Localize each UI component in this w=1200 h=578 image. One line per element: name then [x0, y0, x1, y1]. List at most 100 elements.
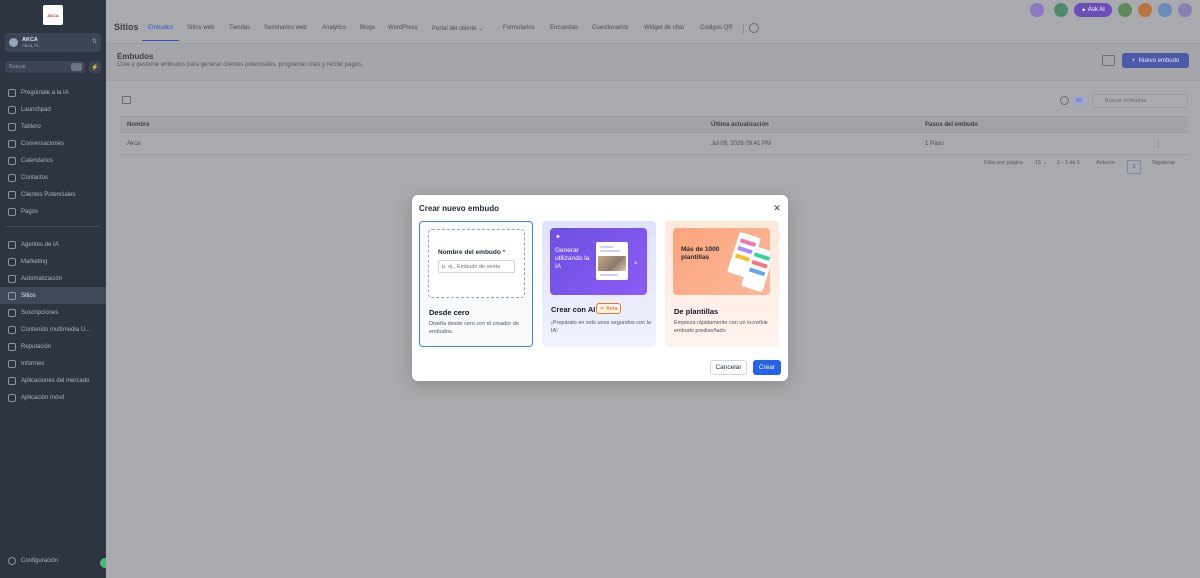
sidebar-item-label: Configuración — [21, 558, 59, 564]
option-description: Empieza rápidamente con un increíble emb… — [674, 320, 768, 334]
bolt-icon[interactable]: ⚡ — [89, 61, 101, 73]
folder-icon[interactable] — [1102, 55, 1115, 66]
ask-ai-button[interactable]: ✦ Ask AI — [1074, 3, 1112, 17]
prev-page-button[interactable]: Anterior — [1096, 160, 1115, 166]
more-options-icon[interactable]: ⋮ — [1155, 141, 1161, 148]
option-description: ¡Prepáralo en solo unos segundos con la … — [551, 320, 651, 334]
option-from-templates[interactable]: Más de 1000 plantillas De plantillas Emp… — [665, 221, 779, 347]
tab-analytics[interactable]: Analytics — [322, 25, 346, 31]
bell-icon[interactable] — [1138, 3, 1152, 17]
sidebar-item-dashboard[interactable]: Tablero — [0, 118, 106, 135]
funnel-search-input[interactable]: Buscar embudos — [1092, 94, 1188, 108]
sidebar-item-label: Automatización — [21, 275, 63, 282]
sidebar-item-label: Launchpad — [21, 106, 51, 113]
sidebar-item-ai-agents[interactable]: Agentes de IA — [0, 236, 106, 253]
chat-icon — [8, 139, 16, 148]
sidebar-item-automation[interactable]: Automatización — [0, 270, 106, 287]
tab-embudos[interactable]: Embudos — [148, 25, 173, 31]
sidebar-item-reputation[interactable]: Reputación — [0, 338, 106, 355]
chevron-updown-icon: ⇅ — [91, 39, 97, 45]
page-number-button[interactable]: 1 — [1127, 160, 1141, 174]
tab-formularios[interactable]: Formularios — [503, 25, 535, 31]
create-button[interactable]: Crear — [753, 360, 781, 375]
tab-widget-de-chat[interactable]: Widget de chat — [644, 25, 684, 31]
option-from-scratch[interactable]: Nombre del embudo * Desde cero Diseña de… — [419, 221, 533, 347]
sidebar-item-label: Pagos — [21, 208, 39, 215]
tab-wordpress[interactable]: WordPress — [388, 25, 418, 31]
sidebar-search-input[interactable]: Buscar — [5, 61, 85, 73]
table-row[interactable]: Akca Jul 09, 2026 09:41 PM 1 Paso ⋮ — [120, 134, 1188, 155]
avatar[interactable] — [1178, 3, 1192, 17]
mobile-icon — [8, 393, 16, 402]
funnel-name-input[interactable] — [438, 260, 515, 273]
sparkle-icon: ✦ — [555, 234, 561, 241]
sidebar-item-conversations[interactable]: Conversaciones — [0, 135, 106, 152]
tab-tiendas[interactable]: Tiendas — [229, 25, 250, 31]
sidebar-divider — [6, 226, 100, 227]
tab-seminarios-web[interactable]: Seminarios web — [264, 25, 307, 31]
sidebar-item-label: Suscripciones — [21, 309, 59, 316]
option-title: De plantillas — [674, 307, 719, 316]
call-icon[interactable] — [1054, 3, 1068, 17]
cell-name[interactable]: Akca — [127, 141, 140, 147]
sidebar-item-sites[interactable]: Sitios — [0, 287, 106, 304]
funnel-search-placeholder: Buscar embudos — [1105, 98, 1147, 104]
sidebar-item-label: Conversaciones — [21, 140, 65, 147]
rows-per-page-value: 15 — [1035, 160, 1042, 166]
tab-cuestionarios[interactable]: Cuestionarios — [592, 25, 629, 31]
new-funnel-label: Nuevo embudo — [1138, 57, 1180, 64]
sidebar-item-contacts[interactable]: Contactos — [0, 169, 106, 186]
sidebar-item-payments[interactable]: Pagos — [0, 203, 106, 220]
home-icon[interactable] — [122, 96, 131, 104]
column-header[interactable]: Pasos del embudo — [925, 122, 978, 128]
cancel-button[interactable]: Cancelar — [710, 360, 747, 375]
ai-page-thumbnail — [596, 242, 628, 280]
history-icon[interactable] — [1060, 96, 1069, 105]
megaphone-icon[interactable] — [1118, 3, 1132, 17]
tab-codigos-qr[interactable]: Códigos QR — [700, 25, 733, 31]
ask-ai-label: Ask AI — [1087, 7, 1105, 13]
rocket-icon — [8, 105, 16, 114]
sparkle-icon — [8, 88, 16, 97]
sparkle-icon: ✦ — [1081, 7, 1088, 14]
column-header[interactable]: Nombre — [127, 122, 150, 128]
sidebar-item-reports[interactable]: Informes — [0, 355, 106, 372]
sidebar-item-media[interactable]: Contenido multimedia U... — [0, 321, 106, 338]
automation-icon — [8, 274, 16, 283]
tab-blogs[interactable]: Blogs — [360, 25, 375, 31]
sidebar-item-marketplace[interactable]: Aplicaciones del mercado — [0, 372, 106, 389]
tab-portal-del-cliente[interactable]: Portal del cliente ⌄ — [432, 25, 483, 32]
column-header[interactable]: Última actualización — [711, 122, 769, 128]
tab-encuestas[interactable]: Encuestas — [550, 25, 578, 31]
gear-icon[interactable] — [749, 23, 759, 33]
sidebar-item-subscriptions[interactable]: Suscripciones — [0, 304, 106, 321]
template-block — [748, 267, 766, 277]
sidebar-item-leads[interactable]: Clientes Potenciales — [0, 186, 106, 203]
next-page-button[interactable]: Siguiente — [1152, 160, 1175, 166]
sidebar-item-ask-ai[interactable]: Pregúntale a la IA — [0, 84, 106, 101]
phone-quick-icon[interactable] — [1030, 3, 1044, 17]
sidebar-item-mobile-app[interactable]: Aplicación móvil — [0, 389, 106, 406]
thumbnail-line — [600, 246, 614, 248]
sidebar-item-label: Calendarios — [21, 157, 54, 164]
close-icon[interactable]: ✕ — [771, 202, 783, 214]
thumbnail-line — [600, 250, 620, 252]
sidebar-item-marketing[interactable]: Marketing — [0, 253, 106, 270]
sidebar-item-label: Reputación — [21, 343, 52, 350]
account-switcher[interactable]: AKCA Akca, FL ⇅ — [5, 33, 101, 52]
calendar-icon — [8, 156, 16, 165]
sidebar-item-label: Agentes de IA — [21, 241, 59, 248]
rows-per-page-select[interactable]: 15 ⌄ — [1035, 160, 1047, 166]
tab-sitios-web[interactable]: Sitios web — [187, 25, 214, 31]
sidebar-item-label: Aplicaciones del mercado — [21, 377, 90, 384]
new-funnel-button[interactable]: + Nuevo embudo — [1122, 53, 1189, 68]
sidebar-item-label: Sitios — [21, 292, 36, 299]
sidebar-item-calendars[interactable]: Calendarios — [0, 152, 106, 169]
sidebar-item-settings[interactable]: Configuración — [8, 557, 58, 565]
sidebar-item-label: Marketing — [21, 258, 48, 265]
sidebar-search-placeholder: Buscar — [9, 64, 27, 70]
option-create-with-ai[interactable]: ✦ Generar utilizando la IA × Crear con A… — [542, 221, 656, 347]
sidebar-item-launchpad[interactable]: Launchpad — [0, 101, 106, 118]
help-icon[interactable] — [1158, 3, 1172, 17]
company-logo[interactable]: AKCA — [43, 5, 63, 25]
